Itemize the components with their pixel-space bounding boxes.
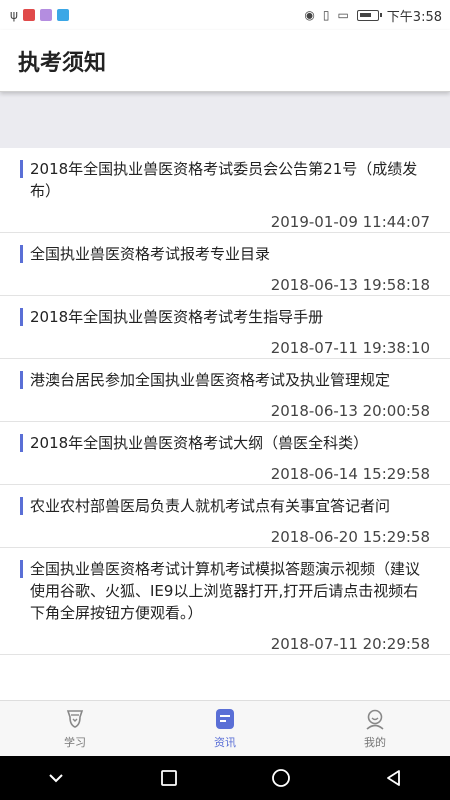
- news-date: 2018-06-14 15:29:58: [270, 465, 430, 483]
- chevron-down-icon[interactable]: [36, 758, 76, 798]
- profile-icon: [366, 709, 384, 730]
- system-nav-bar: [0, 756, 450, 800]
- news-item[interactable]: 港澳台居民参加全国执业兽医资格考试及执业管理规定 2018-06-13 20:0…: [0, 359, 450, 422]
- tab-profile[interactable]: 我的: [300, 701, 450, 756]
- news-item[interactable]: 2018年全国执业兽医资格考试大纲（兽医全科类） 2018-06-14 15:2…: [0, 422, 450, 485]
- page-title: 执考须知: [18, 50, 107, 76]
- news-date: 2019-01-09 11:44:07: [270, 213, 430, 231]
- news-item[interactable]: 2018年全国执业兽医资格考试委员会公告第21号（成绩发布） 2019-01-0…: [0, 148, 450, 233]
- tab-label: 资讯: [214, 736, 236, 749]
- news-title: 港澳台居民参加全国执业兽医资格考试及执业管理规定: [30, 371, 391, 389]
- app-notification-icon: [39, 9, 52, 21]
- news-item[interactable]: 全国执业兽医资格考试报考专业目录 2018-06-13 19:58:18: [0, 233, 450, 296]
- app-header: 执考须知: [0, 30, 450, 92]
- accent-bar: [20, 434, 23, 452]
- tab-label: 我的: [364, 736, 386, 749]
- eye-icon: ◉: [304, 8, 315, 22]
- news-date: 2018-07-11 20:29:58: [270, 635, 430, 653]
- news-title: 全国执业兽医资格考试报考专业目录: [30, 245, 271, 263]
- status-time: 下午3:58: [386, 9, 442, 25]
- recent-apps-icon[interactable]: [149, 758, 189, 798]
- accent-bar: [20, 308, 23, 326]
- news-item[interactable]: 全国执业兽医资格考试计算机考试模拟答题演示视频（建议使用谷歌、火狐、IE9以上浏…: [0, 548, 450, 655]
- news-date: 2018-06-20 15:29:58: [270, 528, 430, 546]
- accent-bar: [20, 497, 23, 515]
- status-bar: ψ ◉ ▯ ▭ 下午3:58: [0, 0, 450, 30]
- news-title: 2018年全国执业兽医资格考试考生指导手册: [30, 308, 324, 326]
- news-list: 2018年全国执业兽医资格考试委员会公告第21号（成绩发布） 2019-01-0…: [0, 148, 450, 700]
- news-title: 农业农村部兽医局负责人就机考试点有关事宜答记者问: [30, 497, 391, 515]
- status-right-icons: ◉ ▯ ▭ 下午3:58: [304, 6, 442, 25]
- usb-icon: ψ: [10, 8, 18, 22]
- status-left-icons: ψ: [10, 8, 69, 22]
- tab-study[interactable]: 学习: [0, 701, 150, 756]
- sim-icon: ▭: [337, 8, 349, 22]
- news-icon: [216, 709, 234, 729]
- study-icon: [66, 710, 84, 728]
- accent-bar: [20, 371, 23, 389]
- news-title: 全国执业兽医资格考试计算机考试模拟答题演示视频（建议使用谷歌、火狐、IE9以上浏…: [30, 560, 421, 622]
- bottom-tab-bar: 学习 资讯 我的: [0, 700, 450, 756]
- home-icon[interactable]: [261, 758, 301, 798]
- news-title: 2018年全国执业兽医资格考试委员会公告第21号（成绩发布）: [30, 160, 418, 200]
- battery-icon: [356, 9, 382, 21]
- app-notification-icon: [56, 9, 69, 21]
- banner-area: [0, 92, 450, 148]
- news-title: 2018年全国执业兽医资格考试大纲（兽医全科类）: [30, 434, 369, 452]
- accent-bar: [20, 160, 23, 178]
- news-item[interactable]: 农业农村部兽医局负责人就机考试点有关事宜答记者问 2018-06-20 15:2…: [0, 485, 450, 548]
- vibrate-icon: ▯: [322, 8, 330, 22]
- tab-news[interactable]: 资讯: [150, 701, 300, 756]
- news-date: 2018-06-13 19:58:18: [270, 276, 430, 294]
- app-notification-icon: [22, 9, 35, 21]
- accent-bar: [20, 245, 23, 263]
- news-date: 2018-06-13 20:00:58: [270, 402, 430, 420]
- news-date: 2018-07-11 19:38:10: [270, 339, 430, 357]
- tab-label: 学习: [64, 736, 86, 749]
- accent-bar: [20, 560, 23, 578]
- news-item[interactable]: 2018年全国执业兽医资格考试考生指导手册 2018-07-11 19:38:1…: [0, 296, 450, 359]
- back-icon[interactable]: [374, 758, 414, 798]
